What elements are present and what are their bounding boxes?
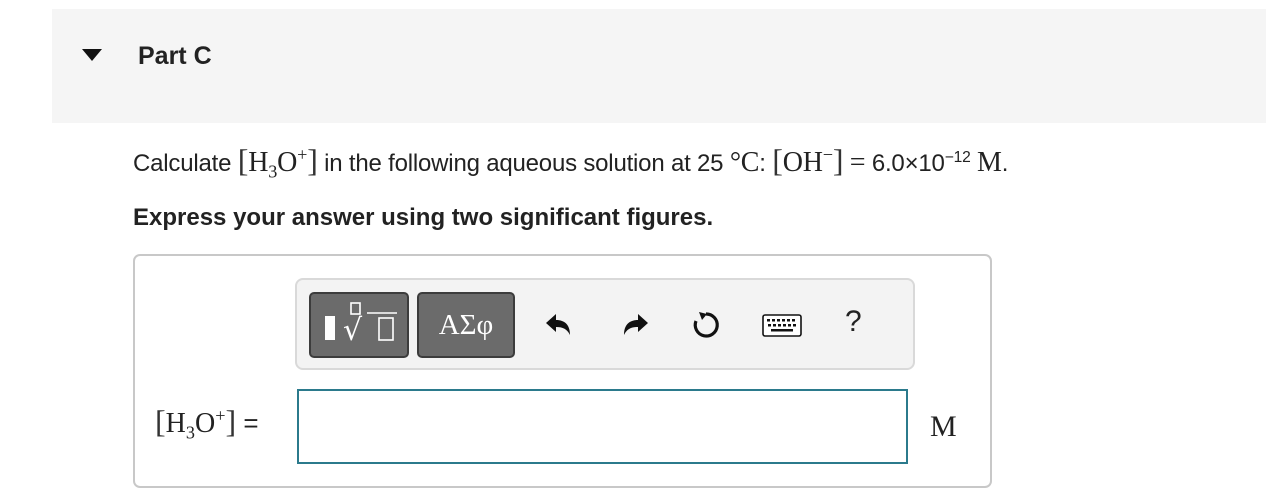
keyboard-icon[interactable]	[762, 311, 802, 339]
question-middle: in the following aqueous solution at 25	[324, 150, 724, 177]
answer-input[interactable]	[297, 389, 908, 464]
concentration-unit: M	[977, 147, 1002, 178]
answer-label: [H3O+] =	[155, 403, 259, 443]
part-title: Part C	[138, 42, 212, 70]
question-text: Calculate [H3O+] in the following aqueou…	[133, 142, 1009, 182]
species-1: H3O+	[248, 144, 308, 182]
math-toolbar: √ ΑΣφ	[295, 278, 915, 370]
species-2: OH−	[782, 144, 833, 178]
question-prefix: Calculate	[133, 150, 232, 177]
reset-icon[interactable]	[690, 309, 722, 341]
answer-equals: =	[243, 408, 259, 438]
answer-species: H3O+	[165, 405, 226, 443]
svg-text:√: √	[343, 313, 363, 348]
concentration-value: 6.0×10−12	[871, 149, 971, 177]
instruction-text: Express your answer using two significan…	[133, 204, 714, 231]
equals-sign: =	[849, 147, 866, 178]
temp-unit: °C	[729, 147, 760, 178]
redo-icon[interactable]	[620, 309, 652, 341]
templates-button[interactable]: √	[309, 292, 409, 358]
undo-icon[interactable]	[542, 309, 574, 341]
help-button[interactable]: ?	[845, 305, 862, 339]
part-header	[52, 9, 1266, 123]
templates-icon: √	[325, 302, 397, 348]
greek-symbols-button[interactable]: ΑΣφ	[417, 292, 515, 358]
answer-unit: M	[930, 410, 957, 443]
collapse-caret-icon[interactable]	[82, 49, 102, 61]
